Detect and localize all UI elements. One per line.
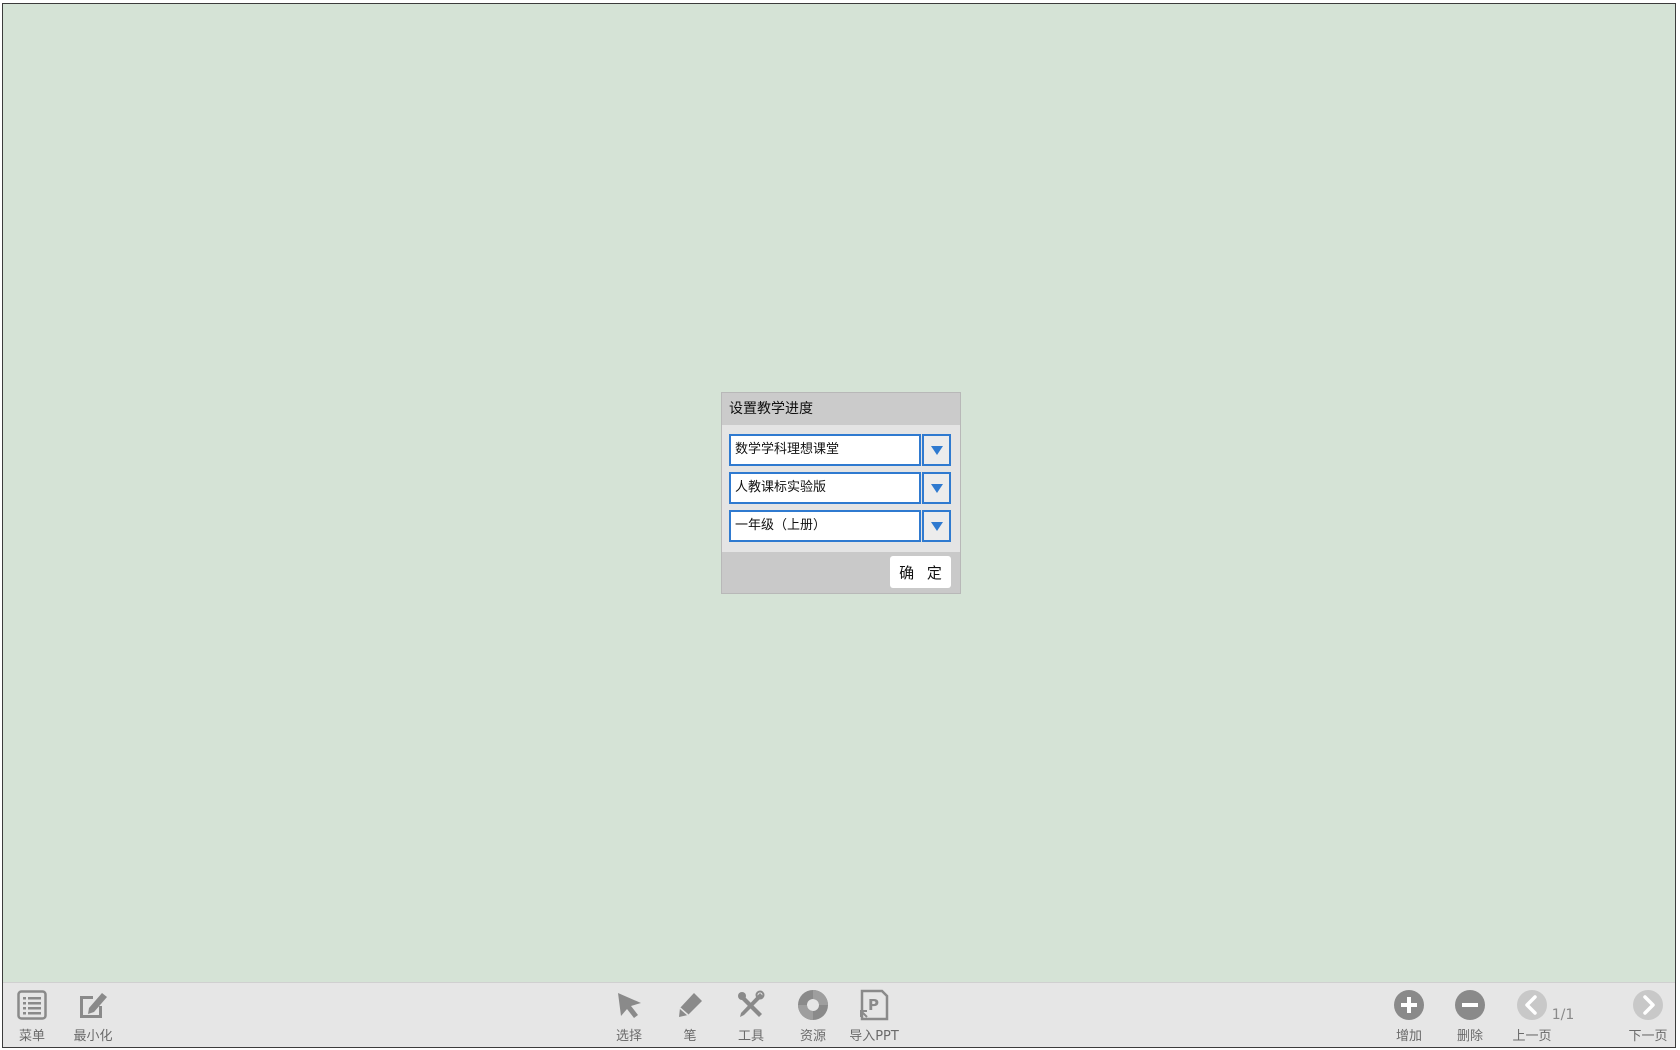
dialog-footer: 确 定: [722, 552, 960, 593]
resources-label: 资源: [799, 1029, 826, 1044]
bottom-toolbar: 菜单 最小化 选择 笔 工具 资源 P 导入PPT 增加 删除 上一页 1/1 …: [3, 982, 1675, 1047]
import-ppt-icon: P: [858, 989, 890, 1021]
delete-page-label: 删除: [1456, 1029, 1483, 1044]
pen-tool-label: 笔: [683, 1029, 697, 1044]
menu-button[interactable]: 菜单: [2, 989, 62, 1044]
page-counter: 1/1: [1551, 1007, 1575, 1023]
add-page-button[interactable]: 增加: [1379, 989, 1439, 1044]
pen-tool-button[interactable]: 笔: [660, 989, 720, 1044]
minimize-button[interactable]: 最小化: [63, 989, 123, 1044]
edition-select-value[interactable]: 人教课标实验版: [729, 472, 921, 504]
menu-list-icon: [16, 989, 48, 1021]
app-window: 设置教学进度 数学学科理想课堂 人教课标实验版 一年级（上册） 确 定 菜单 最…: [2, 3, 1676, 1048]
import-ppt-label: 导入PPT: [849, 1029, 899, 1044]
tools-label: 工具: [737, 1029, 764, 1044]
minus-circle-icon: [1454, 989, 1486, 1021]
edition-select-toggle[interactable]: [922, 472, 951, 504]
pen-icon: [674, 989, 706, 1021]
plus-circle-icon: [1393, 989, 1425, 1021]
minimize-edit-icon: [77, 989, 109, 1021]
import-ppt-button[interactable]: P 导入PPT: [844, 989, 904, 1044]
edition-select[interactable]: 人教课标实验版: [729, 472, 953, 504]
grade-select-toggle[interactable]: [922, 510, 951, 542]
tools-icon: [735, 989, 767, 1021]
subject-select-toggle[interactable]: [922, 434, 951, 466]
minimize-label: 最小化: [73, 1029, 113, 1044]
teaching-progress-dialog: 设置教学进度 数学学科理想课堂 人教课标实验版 一年级（上册） 确 定: [721, 392, 961, 594]
resource-icon: [797, 989, 829, 1021]
dialog-title: 设置教学进度: [722, 393, 960, 425]
select-tool-label: 选择: [615, 1029, 642, 1044]
confirm-button[interactable]: 确 定: [890, 556, 951, 588]
add-page-label: 增加: [1395, 1029, 1422, 1044]
select-tool-button[interactable]: 选择: [599, 989, 659, 1044]
dropdown-arrow-icon: [930, 445, 943, 455]
grade-select-value[interactable]: 一年级（上册）: [729, 510, 921, 542]
next-page-label: 下一页: [1628, 1029, 1668, 1044]
next-page-button[interactable]: 下一页: [1618, 989, 1678, 1044]
chevron-right-circle-icon: [1632, 989, 1664, 1021]
dropdown-arrow-icon: [930, 521, 943, 531]
menu-label: 菜单: [18, 1029, 45, 1044]
subject-select-value[interactable]: 数学学科理想课堂: [729, 434, 921, 466]
subject-select[interactable]: 数学学科理想课堂: [729, 434, 953, 466]
whiteboard-canvas[interactable]: 设置教学进度 数学学科理想课堂 人教课标实验版 一年级（上册） 确 定: [3, 4, 1675, 983]
prev-page-label: 上一页: [1512, 1029, 1552, 1044]
dropdown-arrow-icon: [930, 483, 943, 493]
dialog-body: 数学学科理想课堂 人教课标实验版 一年级（上册）: [722, 425, 960, 553]
resources-button[interactable]: 资源: [783, 989, 843, 1044]
grade-select[interactable]: 一年级（上册）: [729, 510, 953, 542]
svg-text:P: P: [868, 996, 879, 1014]
tools-button[interactable]: 工具: [721, 989, 781, 1044]
delete-page-button[interactable]: 删除: [1440, 989, 1500, 1044]
cursor-arrow-icon: [613, 989, 645, 1021]
